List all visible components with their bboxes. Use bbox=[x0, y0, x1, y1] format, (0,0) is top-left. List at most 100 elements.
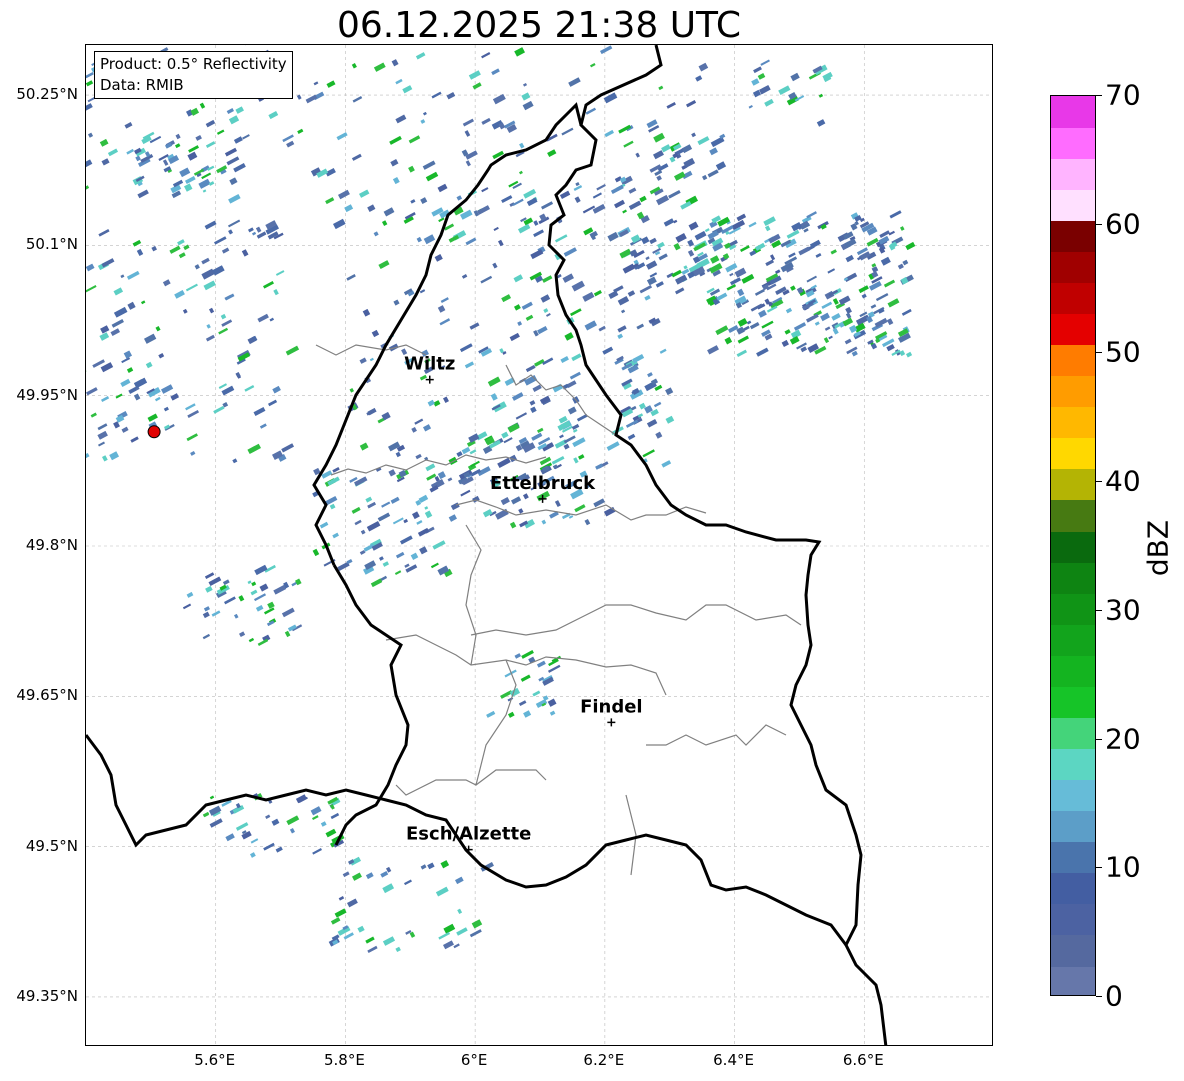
echo-cell bbox=[86, 159, 93, 168]
colorbar-tick bbox=[1096, 738, 1102, 740]
echo-cell bbox=[109, 451, 120, 461]
echo-cell bbox=[235, 822, 249, 831]
echo-cell bbox=[426, 473, 437, 481]
product-info-box: Product: 0.5° Reflectivity Data: RMIB bbox=[94, 51, 293, 99]
echo-cell bbox=[570, 308, 582, 317]
echo-cell bbox=[182, 308, 188, 314]
echo-cell bbox=[519, 142, 525, 149]
echo-cell bbox=[753, 66, 762, 74]
echo-cell bbox=[658, 253, 668, 261]
echo-cell bbox=[875, 292, 889, 302]
echo-cell bbox=[320, 821, 327, 827]
echo-cell bbox=[438, 931, 451, 940]
echo-cell bbox=[737, 318, 748, 327]
echo-cell bbox=[675, 274, 688, 285]
echo-cell bbox=[195, 134, 202, 141]
echo-cell bbox=[610, 184, 624, 195]
echo-cell bbox=[359, 357, 367, 364]
echo-cell bbox=[410, 552, 419, 560]
echo-cell bbox=[495, 508, 509, 520]
echo-cell bbox=[446, 92, 456, 100]
echo-cell bbox=[500, 496, 510, 506]
echo-cell bbox=[151, 245, 157, 252]
echo-cell bbox=[416, 520, 423, 525]
echo-cell bbox=[687, 249, 695, 257]
echo-cell bbox=[86, 71, 94, 79]
echo-cell bbox=[325, 197, 335, 205]
echo-cell bbox=[86, 103, 93, 113]
echo-cell bbox=[415, 52, 426, 60]
echo-cell bbox=[247, 443, 262, 455]
echo-cell bbox=[778, 85, 791, 96]
radar-map-canvas: Wiltz Ettelbruck Findel Esch/Alzette bbox=[86, 45, 992, 1045]
echo-cell bbox=[537, 427, 544, 433]
echo-cell bbox=[845, 254, 854, 263]
radar-map[interactable]: Wiltz Ettelbruck Findel Esch/Alzette bbox=[85, 44, 993, 1046]
echo-cell bbox=[255, 226, 262, 233]
echo-cell bbox=[334, 908, 347, 918]
colorbar-segment bbox=[1051, 686, 1095, 718]
echo-cell bbox=[606, 441, 620, 451]
colorbar-segment bbox=[1051, 499, 1095, 532]
echo-cell bbox=[642, 449, 655, 458]
echo-cell bbox=[190, 450, 196, 456]
echo-cell bbox=[248, 227, 254, 233]
echo-cell bbox=[760, 59, 770, 66]
echo-cell bbox=[391, 59, 399, 67]
echo-cell bbox=[574, 504, 586, 513]
echo-cell bbox=[617, 296, 630, 306]
echo-cell bbox=[511, 496, 522, 505]
echo-cell bbox=[724, 336, 733, 345]
echo-cell bbox=[450, 502, 460, 511]
echo-cell bbox=[644, 295, 651, 301]
echo-cell bbox=[729, 272, 734, 277]
colorbar-segment bbox=[1051, 965, 1095, 995]
echo-cell bbox=[120, 274, 125, 279]
city-plus-icon bbox=[425, 375, 434, 384]
echo-cell bbox=[533, 220, 539, 226]
echo-cell bbox=[514, 653, 522, 659]
echo-cell bbox=[367, 204, 376, 213]
echo-cell bbox=[730, 277, 742, 286]
echo-cell bbox=[365, 872, 374, 880]
echo-cell bbox=[541, 519, 547, 525]
echo-cell bbox=[285, 345, 300, 356]
echo-cell bbox=[403, 518, 409, 524]
echo-cell bbox=[886, 318, 894, 326]
echo-cell bbox=[228, 194, 241, 204]
echo-cell bbox=[365, 936, 375, 944]
echo-cell bbox=[490, 393, 498, 401]
echo-cell bbox=[883, 279, 896, 288]
echo-cell bbox=[437, 183, 448, 193]
echo-cell bbox=[701, 174, 708, 181]
echo-cell bbox=[226, 108, 234, 115]
echo-cell bbox=[509, 521, 517, 529]
colorbar-tick-label: 40 bbox=[1105, 464, 1141, 498]
echo-cell bbox=[649, 272, 658, 278]
echo-cell bbox=[390, 159, 399, 167]
echo-cell bbox=[824, 326, 831, 331]
echo-cell bbox=[560, 356, 569, 364]
echo-cell bbox=[347, 898, 358, 908]
echo-cell bbox=[201, 172, 212, 180]
echo-cell bbox=[630, 234, 641, 244]
city-label: Ettelbruck bbox=[490, 473, 596, 494]
echo-cell bbox=[381, 501, 391, 508]
colorbar-tick bbox=[1096, 223, 1102, 225]
echo-cell bbox=[349, 387, 355, 393]
echo-cell bbox=[541, 201, 554, 210]
echo-cell bbox=[617, 325, 627, 333]
echo-cell bbox=[338, 189, 350, 200]
echo-cell bbox=[126, 367, 134, 373]
echo-cell bbox=[286, 815, 300, 826]
echo-cell bbox=[572, 437, 586, 448]
echo-cell bbox=[456, 451, 463, 458]
echo-cell bbox=[359, 442, 369, 451]
echo-cell bbox=[715, 325, 729, 336]
echo-cell bbox=[395, 451, 401, 458]
echo-cell bbox=[273, 289, 279, 296]
echo-cell bbox=[289, 828, 295, 834]
echo-cell bbox=[170, 393, 180, 401]
echo-cell bbox=[636, 323, 645, 330]
echo-cell bbox=[351, 872, 362, 881]
